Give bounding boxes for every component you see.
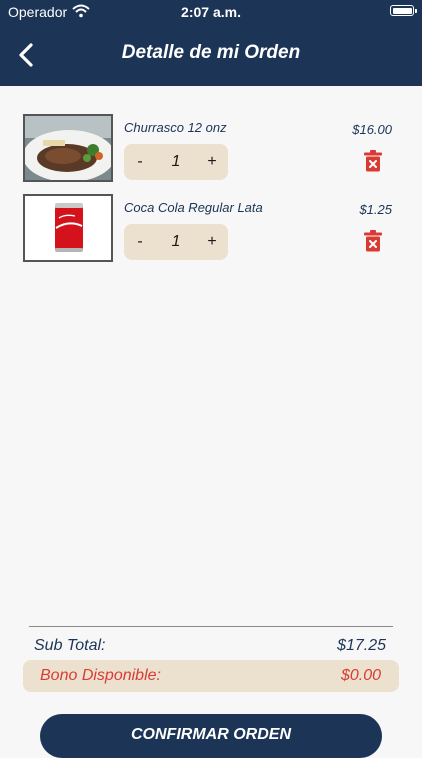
bono-row: Bono Disponible: $0.00	[23, 660, 399, 692]
battery-icon	[390, 5, 417, 16]
item-name: Churrasco 12 onz	[124, 120, 227, 135]
quantity-value: 1	[171, 233, 181, 250]
subtotal-value: $17.25	[337, 637, 386, 654]
subtotal-label: Sub Total:	[34, 637, 106, 654]
confirm-order-label: CONFIRMAR ORDEN	[131, 726, 291, 743]
status-bar: Operador 2:07 a.m.	[0, 0, 422, 24]
bono-label: Bono Disponible:	[40, 667, 161, 684]
quantity-value: 1	[171, 153, 181, 170]
quantity-stepper: - 1 +	[124, 224, 228, 260]
clock: 2:07 a.m.	[181, 4, 241, 20]
page-title: Detalle de mi Orden	[121, 42, 301, 63]
app-header: Operador 2:07 a.m. Detalle de mi Orden	[0, 0, 422, 86]
decrement-button[interactable]: -	[124, 144, 156, 180]
item-name: Coca Cola Regular Lata	[124, 200, 263, 215]
list-item: Coca Cola Regular Lata $1.25 - 1 +	[0, 194, 422, 266]
decrement-button[interactable]: -	[124, 224, 156, 260]
coca-cola-can-image	[23, 194, 113, 262]
list-item: Churrasco 12 onz $16.00 - 1 +	[0, 114, 422, 186]
increment-button[interactable]: +	[196, 224, 228, 260]
trash-icon[interactable]	[364, 150, 382, 172]
confirm-order-button[interactable]: CONFIRMAR ORDEN	[40, 714, 382, 758]
trash-icon[interactable]	[364, 230, 382, 252]
item-price: $1.25	[359, 202, 392, 217]
increment-button[interactable]: +	[196, 144, 228, 180]
steak-plate-image	[23, 114, 113, 182]
item-price: $16.00	[352, 122, 392, 137]
bono-value: $0.00	[340, 667, 381, 684]
quantity-stepper: - 1 +	[124, 144, 228, 180]
summary-divider	[29, 626, 393, 627]
